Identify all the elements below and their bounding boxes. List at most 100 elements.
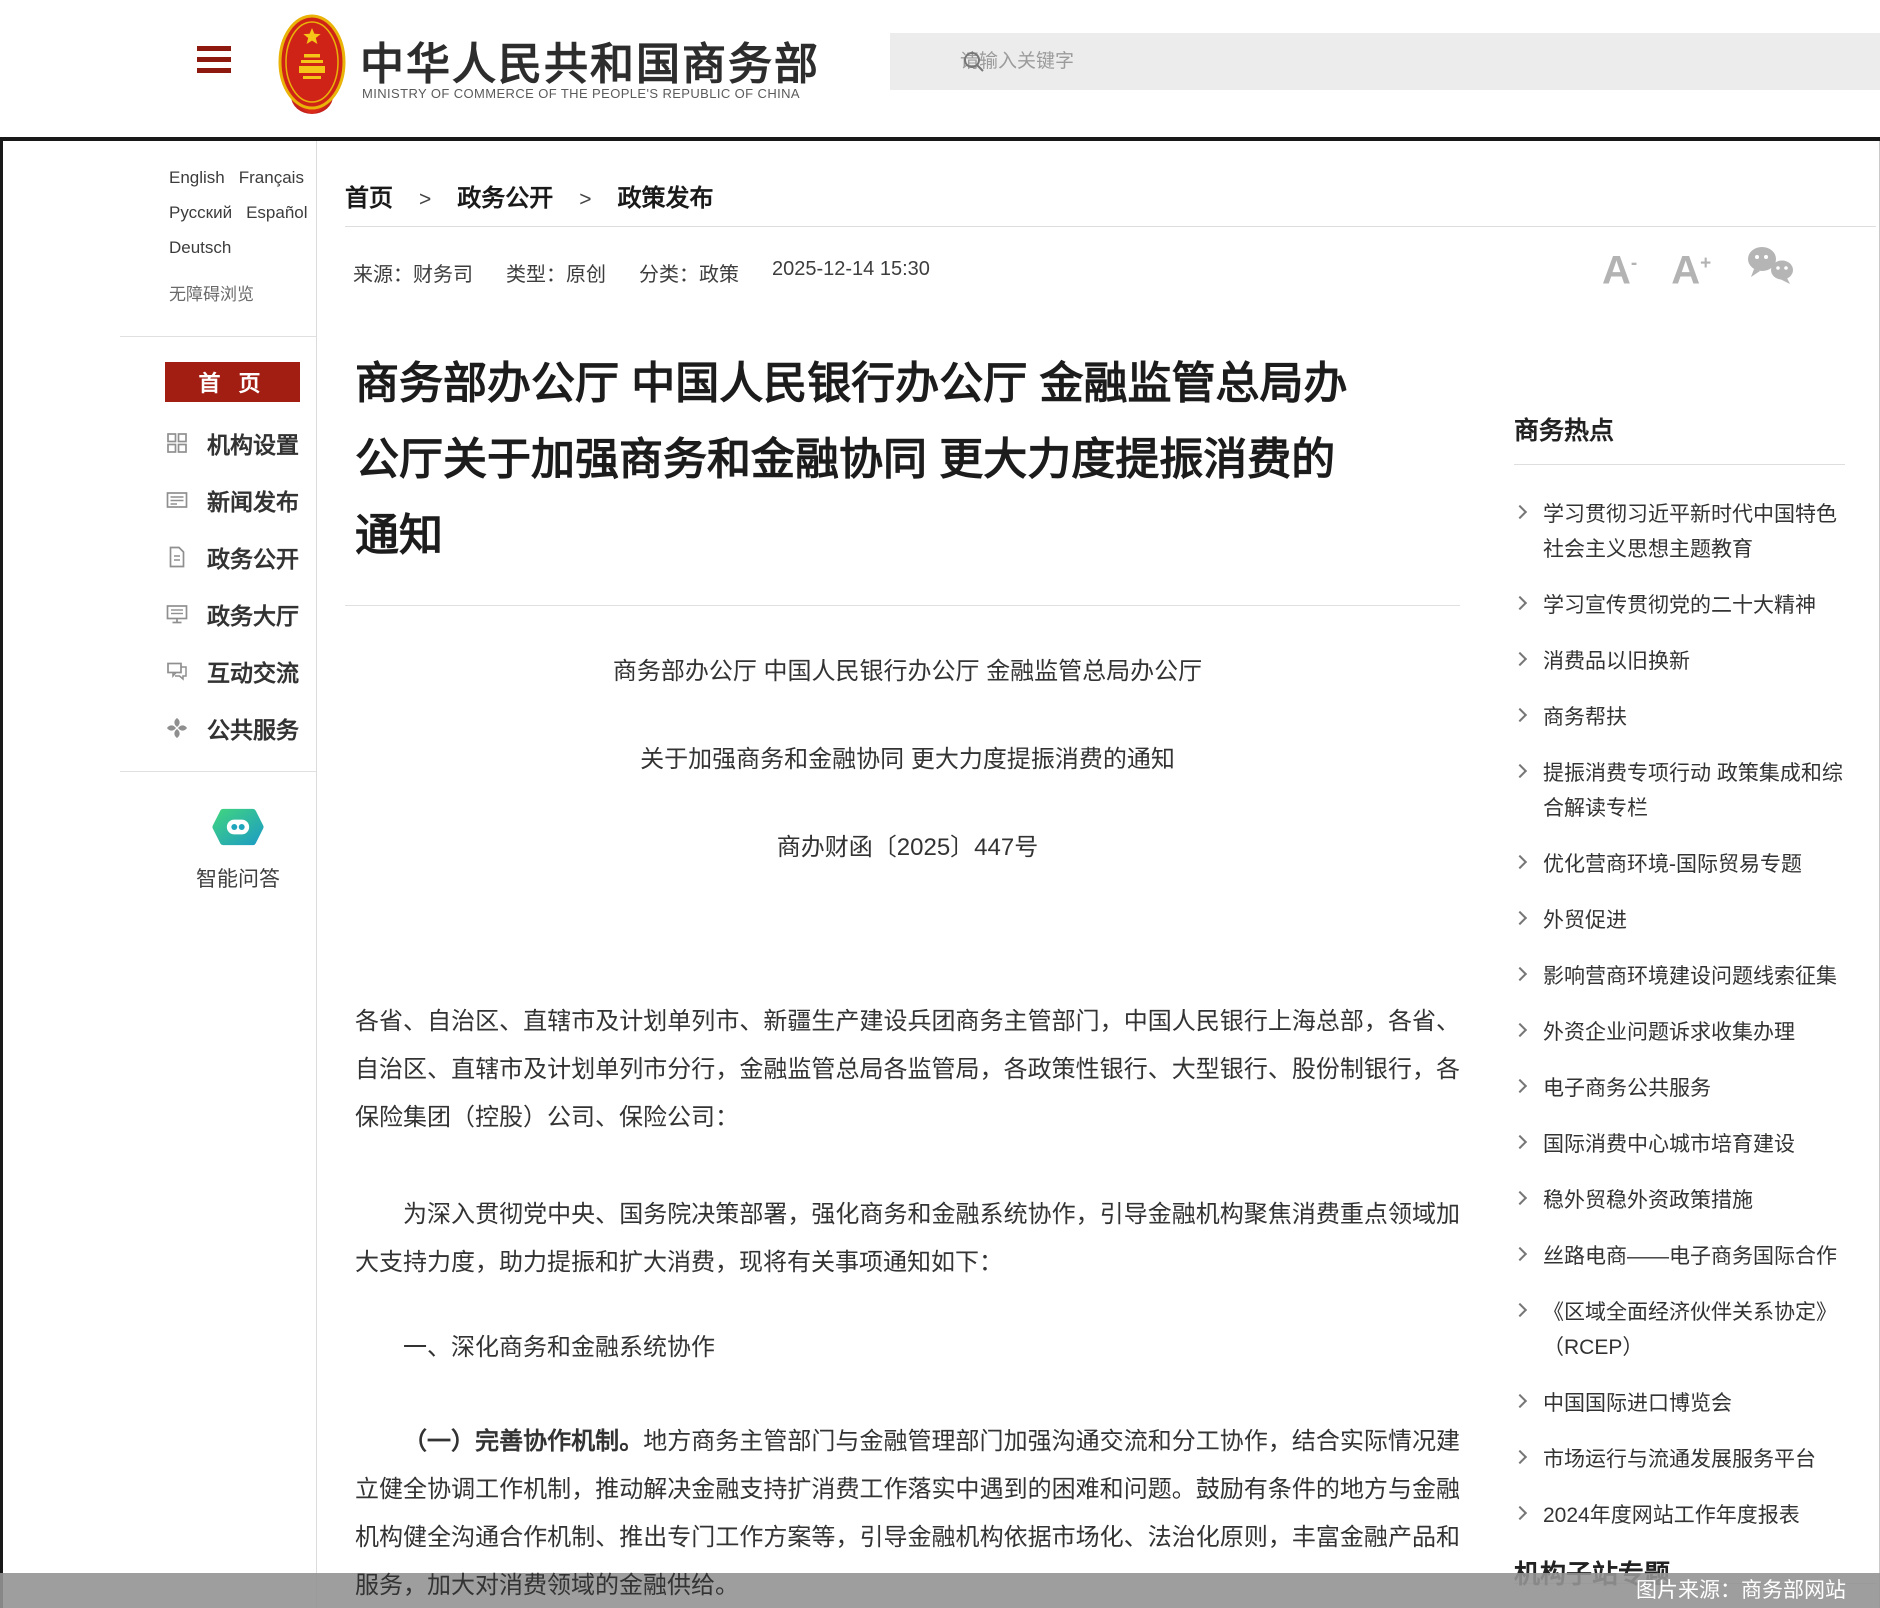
chevron-right-icon (1513, 855, 1527, 869)
breadcrumb-gov-disclosure[interactable]: 政务公开 (457, 178, 553, 213)
sidebar-item-label: 机构设置 (207, 426, 299, 460)
chevron-right-icon (1513, 1506, 1527, 1520)
list-item[interactable]: 国际消费中心城市培育建设 (1514, 1127, 1845, 1162)
org-chart-icon (165, 431, 189, 455)
title-divider (345, 605, 1460, 606)
sidebar-rule (120, 336, 316, 337)
language-links: English Français Русский Español Deutsch (169, 168, 327, 258)
meta-category: 分类：政策 (639, 258, 739, 287)
article: 商务部办公厅 中国人民银行办公厅 金融监管总局办 公厅关于加强商务和金融协同 更… (355, 346, 1460, 1608)
paragraph-recipients: 各省、自治区、直辖市及计划单列市、新疆生产建设兵团商务主管部门，中国人民银行上海… (355, 998, 1460, 1142)
list-item[interactable]: 中国国际进口博览会 (1514, 1386, 1845, 1421)
list-item[interactable]: 商务帮扶 (1514, 700, 1845, 735)
chevron-right-icon (1513, 764, 1527, 778)
sidebar-item-label: 政务公开 (207, 540, 299, 574)
hot-topics-divider (1514, 464, 1845, 465)
breadcrumb-separator: > (579, 188, 591, 212)
section-heading-1: 一、深化商务和金融系统协作 (355, 1324, 1460, 1372)
list-item[interactable]: 外资企业问题诉求收集办理 (1514, 1015, 1845, 1050)
sidebar-item-public-service[interactable]: 公共服务 (165, 699, 299, 756)
chevron-right-icon (1513, 911, 1527, 925)
image-caption: 图片来源：商务部网站 (1636, 1573, 1846, 1608)
search-bar[interactable] (890, 33, 1880, 90)
list-item[interactable]: 学习贯彻习近平新时代中国特色社会主义思想主题教育 (1514, 497, 1845, 567)
list-item[interactable]: 2024年度网站工作年度报表 (1514, 1498, 1845, 1533)
list-item[interactable]: 优化营商环境-国际贸易专题 (1514, 847, 1845, 882)
sidebar-item-news[interactable]: 新闻发布 (165, 471, 299, 528)
search-input[interactable] (960, 51, 1604, 73)
national-emblem-logo (278, 12, 346, 123)
list-item[interactable]: 消费品以旧换新 (1514, 644, 1845, 679)
sidebar-item-interaction[interactable]: 互动交流 (165, 642, 299, 699)
chevron-right-icon (1513, 1247, 1527, 1261)
meta-datetime: 2025-12-14 15:30 (772, 258, 930, 287)
sidebar-item-service-hall[interactable]: 政务大厅 (165, 585, 299, 642)
sidebar-menu: 机构设置 新闻发布 政务公开 (165, 414, 299, 756)
smart-qa-label: 智能问答 (148, 863, 328, 893)
site-subtitle: MINISTRY OF COMMERCE OF THE PEOPLE'S REP… (362, 86, 800, 101)
article-header-line2: 关于加强商务和金融协同 更大力度提振消费的通知 (355, 742, 1460, 778)
accessibility-link[interactable]: 无障碍浏览 (169, 280, 254, 305)
list-item[interactable]: 电子商务公共服务 (1514, 1071, 1845, 1106)
chevron-right-icon (1513, 1079, 1527, 1093)
breadcrumb-separator: > (419, 188, 431, 212)
list-item[interactable]: 稳外贸稳外资政策措施 (1514, 1183, 1845, 1218)
chevron-right-icon (1513, 1023, 1527, 1037)
article-meta: 来源：财务司 类型：原创 分类：政策 2025-12-14 15:30 (353, 258, 963, 287)
sidebar-item-gov-disclosure[interactable]: 政务公开 (165, 528, 299, 585)
hot-topics-panel: 商务热点 学习贯彻习近平新时代中国特色社会主义思想主题教育 学习宣传贯彻党的二十… (1514, 141, 1845, 1591)
chevron-right-icon (1513, 596, 1527, 610)
lang-deutsch[interactable]: Deutsch (169, 238, 231, 258)
sidebar-item-label: 政务大厅 (207, 597, 299, 631)
list-item[interactable]: 《区域全面经济伙伴关系协定》（RCEP） (1514, 1295, 1845, 1365)
list-item[interactable]: 外贸促进 (1514, 903, 1845, 938)
sidebar-item-label: 互动交流 (207, 654, 299, 688)
chevron-right-icon (1513, 1303, 1527, 1317)
chevron-right-icon (1513, 652, 1527, 666)
lang-francais[interactable]: Français (239, 168, 304, 188)
meta-type: 类型：原创 (506, 258, 606, 287)
breadcrumb: 首页 > 政务公开 > 政策发布 (345, 178, 714, 213)
lang-russian[interactable]: Русский (169, 203, 232, 223)
hot-topics-title: 商务热点 (1514, 411, 1845, 447)
sidebar-item-label: 新闻发布 (207, 483, 299, 517)
lang-espanol[interactable]: Español (246, 203, 307, 223)
sidebar-rule (120, 771, 316, 772)
news-icon (165, 488, 189, 512)
list-item[interactable]: 提振消费专项行动 政策集成和综合解读专栏 (1514, 756, 1845, 826)
list-item[interactable]: 丝路电商——电子商务国际合作 (1514, 1239, 1845, 1274)
menu-hamburger-icon[interactable] (197, 46, 231, 79)
chevron-right-icon (1513, 1450, 1527, 1464)
robot-icon (212, 804, 264, 850)
service-hall-icon (165, 602, 189, 626)
article-doc-number: 商办财函〔2025〕447号 (355, 830, 1460, 866)
search-icon (962, 50, 986, 74)
chevron-right-icon (1513, 1191, 1527, 1205)
public-service-icon (165, 716, 189, 740)
breadcrumb-policy-release[interactable]: 政策发布 (618, 178, 714, 213)
paragraph-intro: 为深入贯彻党中央、国务院决策部署，强化商务和金融系统协作，引导金融机构聚焦消费重… (355, 1191, 1460, 1287)
left-border (0, 141, 3, 1608)
list-item[interactable]: 影响营商环境建设问题线索征集 (1514, 959, 1845, 994)
sidebar-item-home[interactable]: 首 页 (165, 362, 300, 402)
page: 中华人民共和国商务部 MINISTRY OF COMMERCE OF THE P… (0, 0, 1880, 1608)
hot-topics-list: 学习贯彻习近平新时代中国特色社会主义思想主题教育 学习宣传贯彻党的二十大精神 消… (1514, 497, 1845, 1533)
site-title: 中华人民共和国商务部 (360, 28, 820, 92)
paragraph-item-1-lead: （一）完善协作机制。 (403, 1428, 643, 1455)
chevron-right-icon (1513, 708, 1527, 722)
smart-qa-widget[interactable]: 智能问答 (148, 804, 328, 893)
article-header-line1: 商务部办公厅 中国人民银行办公厅 金融监管总局办公厅 (355, 654, 1460, 690)
chevron-right-icon (1513, 1135, 1527, 1149)
list-item[interactable]: 学习宣传贯彻党的二十大精神 (1514, 588, 1845, 623)
chevron-right-icon (1513, 505, 1527, 519)
article-title: 商务部办公厅 中国人民银行办公厅 金融监管总局办 公厅关于加强商务和金融协同 更… (355, 346, 1460, 574)
document-icon (165, 545, 189, 569)
sidebar-item-organization[interactable]: 机构设置 (165, 414, 299, 471)
list-item[interactable]: 市场运行与流通发展服务平台 (1514, 1442, 1845, 1477)
chat-icon (165, 659, 189, 683)
sidebar-item-label: 公共服务 (207, 711, 299, 745)
lang-english[interactable]: English (169, 168, 225, 188)
breadcrumb-home[interactable]: 首页 (345, 178, 393, 213)
paragraph-item-1: （一）完善协作机制。地方商务主管部门与金融管理部门加强沟通交流和分工协作，结合实… (355, 1418, 1460, 1608)
meta-source: 来源：财务司 (353, 258, 473, 287)
